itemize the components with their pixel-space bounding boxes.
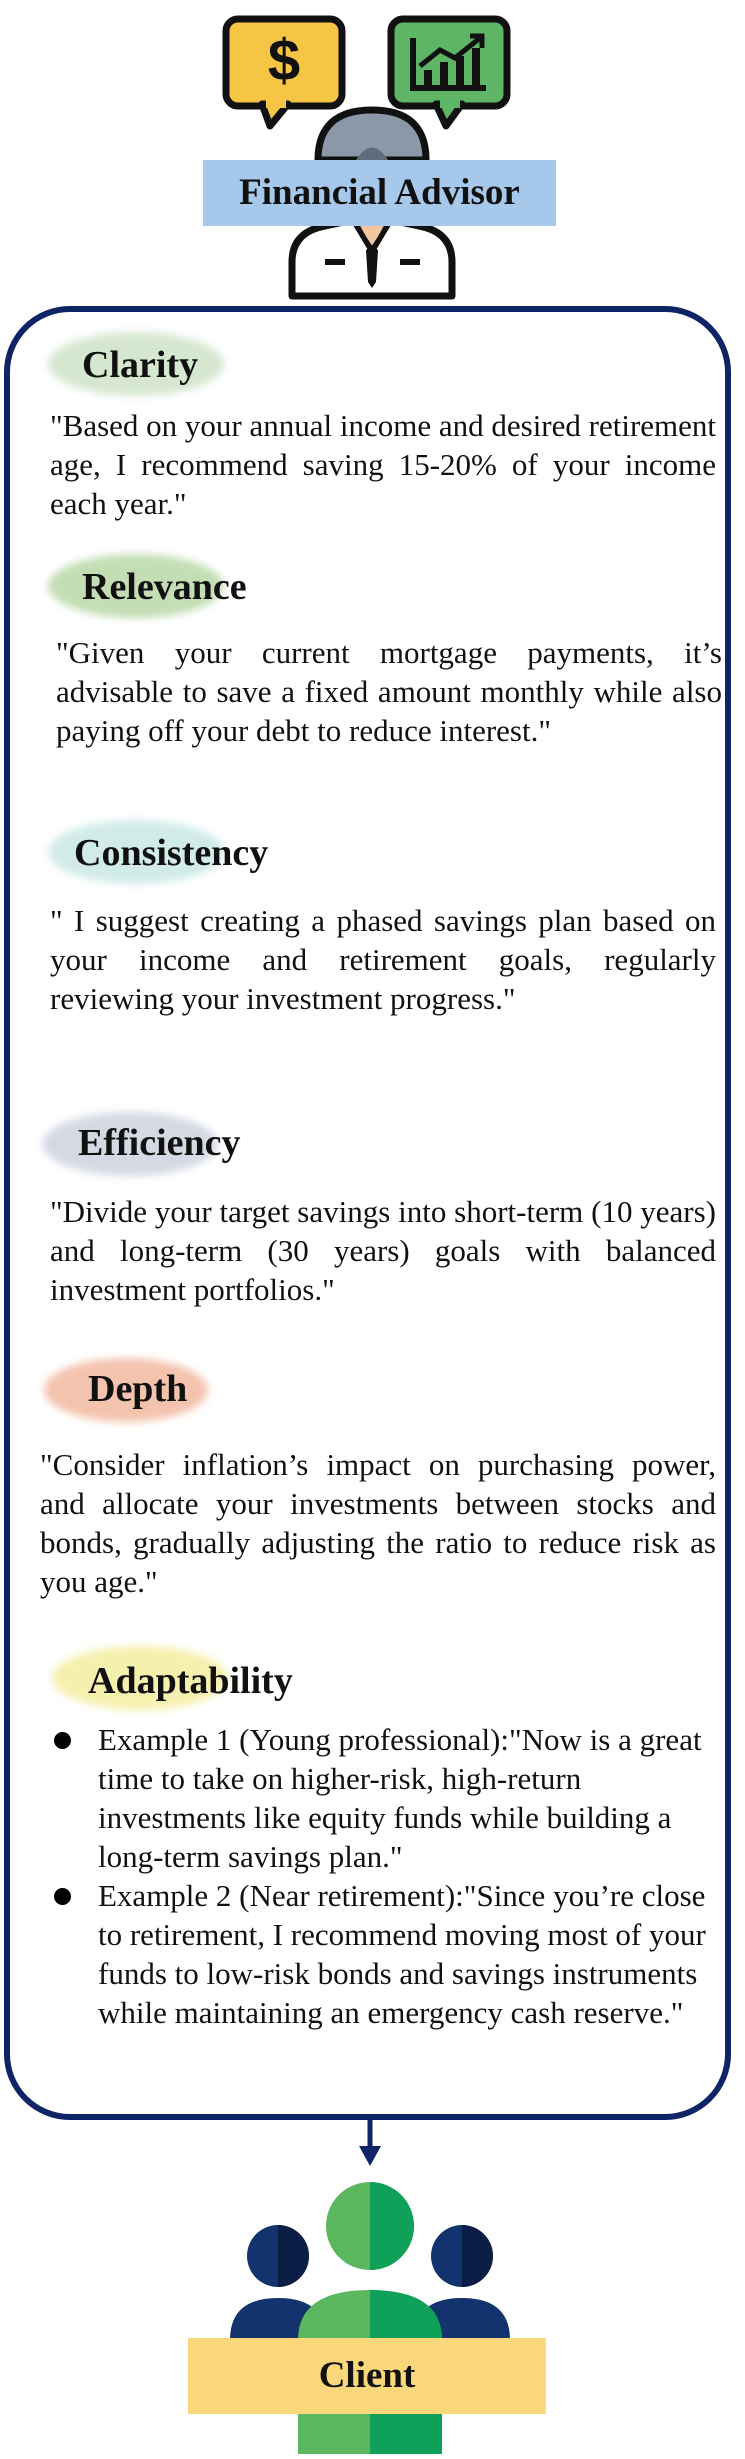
efficiency-text: "Divide your target savings into short-t…	[50, 1194, 716, 1307]
list-item: Example 1 (Young professional):"Now is a…	[46, 1720, 726, 1876]
clarity-text: "Based on your annual income and desired…	[50, 408, 717, 521]
list-item: Example 2 (Near retirement):"Since you’r…	[46, 1876, 726, 2032]
client-label: Client	[188, 2338, 546, 2414]
consistency-heading: Consistency	[74, 832, 269, 874]
depth-heading: Depth	[88, 1368, 188, 1410]
consistency-text: " I suggest creating a phased savings pl…	[50, 903, 716, 1016]
advisor-illustration: $ Financial Advisor	[0, 0, 745, 300]
depth-text: "Consider inflation’s impact on purchasi…	[40, 1447, 716, 1599]
client-illustration: Client	[0, 2180, 745, 2454]
bullet-icon	[54, 1888, 71, 1905]
dollar-speech-bubble-icon: $	[222, 15, 346, 130]
advisor-label: Financial Advisor	[203, 160, 556, 226]
example-text: Example 1 (Young professional):"Now is a…	[98, 1722, 702, 1874]
efficiency-heading: Efficiency	[78, 1122, 241, 1164]
relevance-text: "Given your current mortgage payments, i…	[56, 635, 722, 748]
relevance-heading: Relevance	[82, 566, 247, 608]
arrow-down-icon	[359, 2120, 381, 2166]
advisor-person-icon: $	[222, 15, 511, 300]
clarity-heading: Clarity	[82, 344, 199, 386]
example-text: Example 2 (Near retirement):"Since you’r…	[98, 1878, 706, 2030]
growth-chart-speech-bubble-icon	[387, 15, 511, 130]
bullet-icon	[54, 1732, 71, 1749]
adaptability-heading: Adaptability	[88, 1660, 293, 1702]
adaptability-examples: Example 1 (Young professional):"Now is a…	[46, 1720, 726, 2032]
svg-text:$: $	[268, 28, 300, 93]
